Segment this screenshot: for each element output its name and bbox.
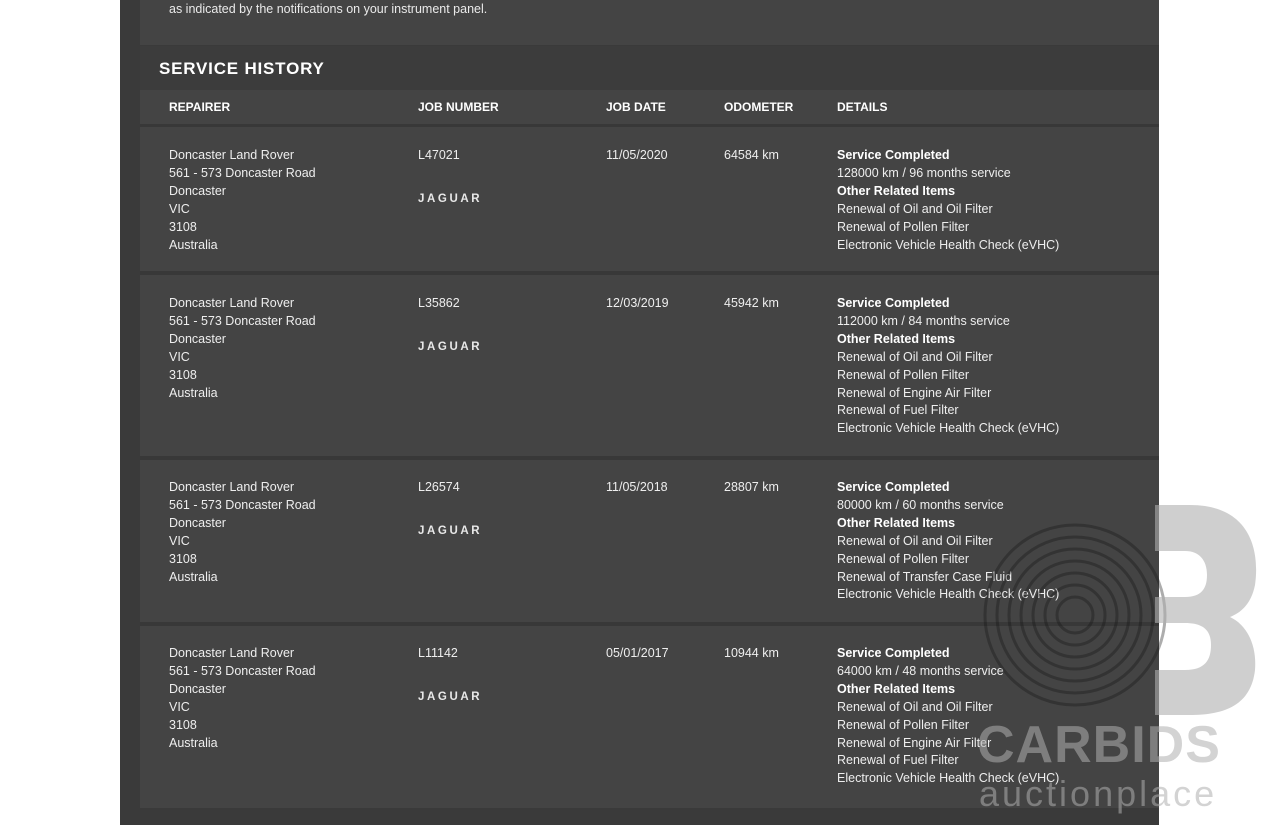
address-line: Doncaster Land Rover (169, 480, 295, 494)
job-number: L47021 (418, 148, 460, 162)
address-line: Australia (169, 569, 218, 584)
section-header: SERVICE HISTORY (140, 46, 1159, 90)
related-item: Renewal of Oil and Oil Filter (837, 533, 993, 548)
details: Service Completed 80000 km / 60 months s… (837, 479, 1059, 604)
odometer: 10944 km (724, 646, 779, 660)
job-number: L26574 (418, 480, 460, 494)
address-line: Doncaster (169, 331, 226, 346)
header-divider (140, 124, 1159, 127)
related-item: Electronic Vehicle Health Check (eVHC) (837, 237, 1060, 252)
address-line: 3108 (169, 367, 197, 382)
odometer: 64584 km (724, 148, 779, 162)
related-item: Electronic Vehicle Health Check (eVHC) (837, 771, 1060, 786)
service-description: 64000 km / 48 months service (837, 663, 1004, 678)
repairer-address: Doncaster Land Rover 561 - 573 Doncaster… (169, 147, 316, 254)
jaguar-logo: JAGUAR (418, 691, 483, 703)
details: Service Completed 112000 km / 84 months … (837, 295, 1059, 438)
address-line: 561 - 573 Doncaster Road (169, 165, 316, 180)
service-description: 112000 km / 84 months service (837, 313, 1010, 328)
address-line: Doncaster (169, 183, 226, 198)
address-line: Australia (169, 385, 218, 400)
address-line: VIC (169, 349, 190, 364)
address-line: Doncaster (169, 681, 226, 696)
address-line: VIC (169, 533, 190, 548)
address-line: 561 - 573 Doncaster Road (169, 313, 316, 328)
section-title: SERVICE HISTORY (159, 59, 325, 78)
page-frame: as indicated by the notifications on you… (120, 0, 1159, 825)
address-line: 3108 (169, 219, 197, 234)
job-date: 12/03/2019 (606, 296, 669, 310)
related-item: Electronic Vehicle Health Check (eVHC) (837, 421, 1060, 436)
col-header-job-number: JOB NUMBER (418, 100, 499, 114)
repairer-address: Doncaster Land Rover 561 - 573 Doncaster… (169, 295, 316, 402)
service-completed-label: Service Completed (837, 646, 950, 660)
address-line: Doncaster (169, 515, 226, 530)
related-items-label: Other Related Items (837, 183, 956, 198)
address-line: VIC (169, 201, 190, 216)
odometer: 45942 km (724, 296, 779, 310)
repairer-address: Doncaster Land Rover 561 - 573 Doncaster… (169, 479, 316, 586)
job-date: 05/01/2017 (606, 646, 669, 660)
related-item: Renewal of Oil and Oil Filter (837, 201, 993, 216)
service-history-panel: as indicated by the notifications on you… (140, 0, 1159, 808)
service-description: 80000 km / 60 months service (837, 497, 1004, 512)
job-date: 11/05/2018 (606, 480, 668, 494)
row-divider (140, 622, 1159, 626)
address-line: VIC (169, 699, 190, 714)
service-description: 128000 km / 96 months service (837, 165, 1011, 180)
related-item: Renewal of Pollen Filter (837, 367, 970, 382)
address-line: 561 - 573 Doncaster Road (169, 663, 316, 678)
related-item: Renewal of Pollen Filter (837, 219, 970, 234)
address-line: Australia (169, 735, 218, 750)
intro-text: as indicated by the notifications on you… (169, 2, 488, 16)
odometer: 28807 km (724, 480, 779, 494)
related-item: Renewal of Fuel Filter (837, 753, 959, 768)
address-line: Doncaster Land Rover (169, 646, 295, 660)
address-line: Doncaster Land Rover (169, 296, 295, 310)
job-date: 11/05/2020 (606, 148, 668, 162)
address-line: 561 - 573 Doncaster Road (169, 497, 316, 512)
jaguar-logo: JAGUAR (418, 525, 483, 537)
address-line: Doncaster Land Rover (169, 148, 295, 162)
related-item: Renewal of Oil and Oil Filter (837, 699, 993, 714)
job-number: L35862 (418, 296, 460, 310)
related-item: Renewal of Transfer Case Fluid (837, 569, 1013, 584)
row-divider (140, 271, 1159, 275)
address-line: 3108 (169, 717, 197, 732)
job-number: L11142 (418, 646, 458, 660)
related-items-label: Other Related Items (837, 331, 956, 346)
related-item: Renewal of Engine Air Filter (837, 735, 992, 750)
related-item: Renewal of Fuel Filter (837, 403, 959, 418)
row-divider (140, 456, 1159, 460)
repairer-address: Doncaster Land Rover 561 - 573 Doncaster… (169, 645, 316, 752)
col-header-repairer: REPAIRER (169, 100, 231, 114)
related-item: Renewal of Oil and Oil Filter (837, 349, 993, 364)
service-completed-label: Service Completed (837, 148, 950, 162)
jaguar-logo: JAGUAR (418, 193, 483, 205)
address-line: Australia (169, 237, 218, 252)
service-completed-label: Service Completed (837, 296, 950, 310)
col-header-odometer: ODOMETER (724, 100, 794, 114)
related-item: Renewal of Pollen Filter (837, 551, 970, 566)
related-items-label: Other Related Items (837, 681, 956, 696)
related-item: Renewal of Pollen Filter (837, 717, 970, 732)
related-item: Electronic Vehicle Health Check (eVHC) (837, 587, 1060, 602)
details: Service Completed 64000 km / 48 months s… (837, 645, 1059, 788)
jaguar-logo: JAGUAR (418, 341, 483, 353)
service-completed-label: Service Completed (837, 480, 950, 494)
related-items-label: Other Related Items (837, 515, 956, 530)
col-header-job-date: JOB DATE (606, 100, 666, 114)
details: Service Completed 128000 km / 96 months … (837, 147, 1059, 254)
col-header-details: DETAILS (837, 100, 888, 114)
address-line: 3108 (169, 551, 197, 566)
related-item: Renewal of Engine Air Filter (837, 385, 992, 400)
